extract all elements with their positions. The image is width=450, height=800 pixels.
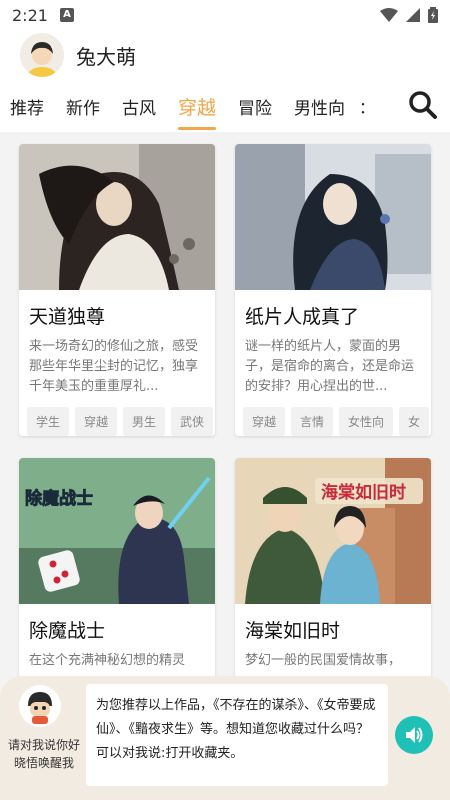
status-icons <box>380 7 438 23</box>
tab-new[interactable]: 新作 <box>66 94 100 119</box>
user-avatar-icon <box>20 33 64 77</box>
profile-header: 兔大萌 <box>0 30 450 80</box>
book-card[interactable]: 除魔战士 除魔战士 在这个充满神秘幻想的精灵 <box>19 458 215 692</box>
book-card[interactable]: 海棠如旧时 海棠如旧时 梦幻一般的民国爱情故事， <box>235 458 431 692</box>
book-tag[interactable]: 学生 <box>27 407 70 436</box>
speaker-icon <box>406 727 423 743</box>
wifi-icon <box>380 8 398 22</box>
book-card[interactable]: 纸片人成真了 谜一样的纸片人，蒙面的男子，是宿命的离合，还是命运的安排？用心捏出… <box>235 144 431 436</box>
book-cover: 除魔战士 <box>19 458 215 604</box>
book-title: 海棠如旧时 <box>245 620 341 642</box>
book-tags: 学生 穿越 男生 武侠 <box>19 399 215 436</box>
search-icon <box>409 91 437 119</box>
book-tag[interactable]: 穿越 <box>75 407 118 436</box>
status-time: 2:21 <box>12 5 48 25</box>
book-tag[interactable]: 武侠 <box>171 407 214 436</box>
battery-icon <box>428 7 438 23</box>
cover-title-text: 除魔战士 <box>25 488 93 508</box>
username: 兔大萌 <box>76 44 136 69</box>
book-title: 纸片人成真了 <box>245 306 360 328</box>
book-description: 来一场奇幻的修仙之旅，感受那些年华里尘封的记忆，独享千年美玉的重重厚礼... <box>29 339 199 394</box>
voice-assistant-panel: 请对我说你好晓悟唤醒我 为您推荐以上作品，《不存在的谋杀》、《女帝要成仙》、《黯… <box>0 676 450 800</box>
tab-male[interactable]: 男性向 <box>294 94 345 119</box>
book-title: 除魔战士 <box>29 620 106 642</box>
tab-adventure[interactable]: 冒险 <box>238 94 272 119</box>
book-tags: 穿越 言情 女性向 女 <box>235 399 431 436</box>
book-description: 谜一样的纸片人，蒙面的男子，是宿命的离合，还是命运的安排？用心捏出的世... <box>245 339 415 394</box>
avatar[interactable] <box>20 33 64 77</box>
book-tag[interactable]: 言情 <box>291 407 334 436</box>
cover-title-text: 海棠如旧时 <box>321 482 406 502</box>
status-bar: 2:21 A <box>0 0 450 30</box>
cover-illustration <box>19 144 215 290</box>
tab-overflow-indicator: ： <box>359 98 376 117</box>
tab-ancient[interactable]: 古风 <box>122 94 156 119</box>
book-tag[interactable]: 穿越 <box>243 407 286 436</box>
speaker-button[interactable] <box>395 716 433 754</box>
category-tabs: 推荐 新作 古风 穿越 冒险 男性向 ： <box>0 80 450 132</box>
book-cover <box>19 144 215 290</box>
sim-icon: A <box>59 8 74 22</box>
cover-illustration: 除魔战士 <box>19 458 215 604</box>
book-grid: 天道独尊 来一场奇幻的修仙之旅，感受那些年华里尘封的记忆，独享千年美玉的重重厚礼… <box>0 132 450 692</box>
tab-time-travel[interactable]: 穿越 <box>178 93 217 130</box>
tab-recommend[interactable]: 推荐 <box>10 94 44 119</box>
search-button[interactable] <box>408 90 438 120</box>
robot-avatar-icon <box>19 685 61 727</box>
signal-icon <box>406 8 420 22</box>
book-tag[interactable]: 男生 <box>123 407 166 436</box>
cover-illustration <box>235 144 431 290</box>
book-tag[interactable]: 女 <box>399 407 430 436</box>
assistant-message: 为您推荐以上作品，《不存在的谋杀》、《女帝要成仙》、《黯夜求生》等。想知道您收藏… <box>86 684 388 786</box>
assistant-avatar[interactable] <box>18 684 62 728</box>
book-title: 天道独尊 <box>29 306 106 328</box>
book-cover <box>235 144 431 290</box>
wake-hint: 请对我说你好晓悟唤醒我 <box>8 738 81 770</box>
book-card[interactable]: 天道独尊 来一场奇幻的修仙之旅，感受那些年华里尘封的记忆，独享千年美玉的重重厚礼… <box>19 144 215 436</box>
book-tag[interactable]: 女性向 <box>339 407 394 436</box>
cover-illustration: 海棠如旧时 <box>235 458 431 604</box>
book-cover: 海棠如旧时 <box>235 458 431 604</box>
